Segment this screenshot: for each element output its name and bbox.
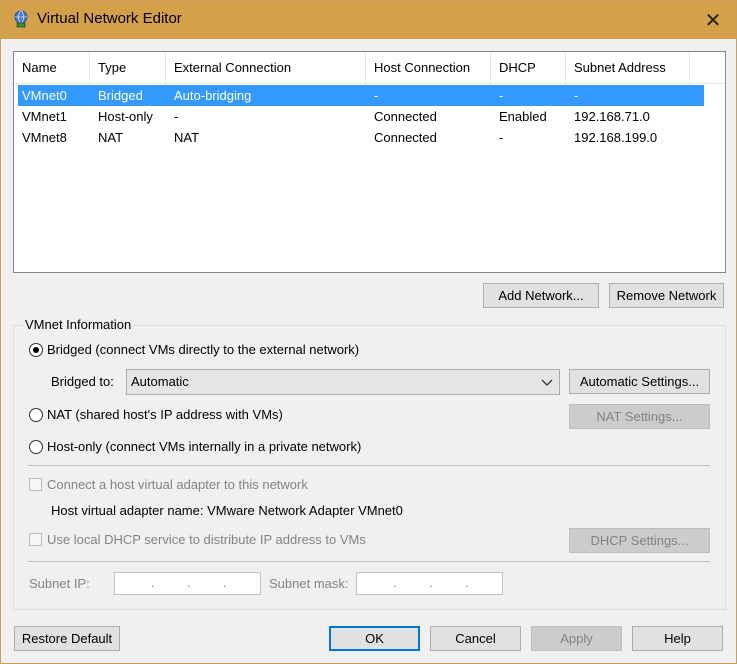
nat-label[interactable]: NAT (shared host's IP address with VMs) [47, 407, 283, 422]
list-header: Name Type External Connection Host Conne… [14, 52, 725, 84]
bridged-to-select[interactable]: Automatic [126, 369, 560, 395]
bridged-label[interactable]: Bridged (connect VMs directly to the ext… [47, 342, 359, 357]
host-only-label[interactable]: Host-only (connect VMs internally in a p… [47, 439, 361, 454]
help-button[interactable]: Help [632, 626, 723, 651]
title-bar[interactable]: Virtual Network Editor ✕ [1, 1, 736, 39]
remove-network-button[interactable]: Remove Network [609, 283, 724, 308]
cell-type: NAT [98, 130, 124, 145]
cell-external: - [174, 109, 179, 124]
table-row[interactable]: VMnet0 Bridged Auto-bridging - - - [18, 85, 704, 106]
connect-adapter-label[interactable]: Connect a host virtual adapter to this n… [47, 477, 308, 492]
column-header-type[interactable]: Type [90, 52, 166, 84]
cell-host: - [374, 88, 379, 103]
adapter-name-label: Host virtual adapter name: VMware Networ… [51, 503, 403, 518]
bridged-radio[interactable] [29, 343, 43, 357]
cell-subnet: - [574, 88, 579, 103]
cell-external: Auto-bridging [174, 88, 252, 103]
virtual-network-editor-window: Virtual Network Editor ✕ Name Type Exter… [0, 0, 737, 664]
nat-radio[interactable] [29, 408, 43, 422]
chevron-down-icon [541, 372, 553, 395]
close-icon: ✕ [704, 9, 722, 32]
network-list[interactable]: Name Type External Connection Host Conne… [13, 51, 726, 273]
automatic-settings-button[interactable]: Automatic Settings... [569, 369, 710, 394]
vmnet-information-group [13, 325, 726, 610]
bridged-to-label: Bridged to: [51, 374, 114, 389]
divider [28, 561, 710, 562]
cancel-button[interactable]: Cancel [430, 626, 521, 651]
dhcp-settings-button[interactable]: DHCP Settings... [569, 528, 710, 553]
group-title: VMnet Information [23, 317, 134, 332]
cell-type: Host-only [98, 109, 153, 124]
cell-dhcp: - [499, 88, 504, 103]
cell-subnet: 192.168.71.0 [574, 109, 650, 124]
bridged-to-value: Automatic [131, 374, 189, 389]
close-button[interactable]: ✕ [690, 1, 736, 39]
cell-name: VMnet8 [22, 130, 67, 145]
table-row[interactable]: VMnet1 Host-only - Connected Enabled 192… [18, 106, 704, 127]
restore-default-button[interactable]: Restore Default [14, 626, 120, 651]
cell-type: Bridged [98, 88, 143, 103]
cell-external: NAT [174, 130, 200, 145]
add-network-button[interactable]: Add Network... [483, 283, 599, 308]
cell-dhcp: Enabled [499, 109, 547, 124]
use-dhcp-label[interactable]: Use local DHCP service to distribute IP … [47, 532, 366, 547]
table-row[interactable]: VMnet8 NAT NAT Connected - 192.168.199.0 [18, 127, 704, 148]
connect-adapter-checkbox[interactable] [29, 478, 42, 491]
column-header-dhcp[interactable]: DHCP [491, 52, 566, 84]
column-header-name[interactable]: Name [14, 52, 90, 84]
host-only-radio[interactable] [29, 440, 43, 454]
cell-dhcp: - [499, 130, 504, 145]
ok-button[interactable]: OK [329, 626, 420, 651]
column-header-host-connection[interactable]: Host Connection [366, 52, 491, 84]
window-title: Virtual Network Editor [37, 10, 182, 27]
subnet-ip-field[interactable]: . . . [114, 572, 261, 595]
divider [28, 465, 710, 466]
use-dhcp-checkbox[interactable] [29, 533, 42, 546]
network-icon [14, 10, 28, 28]
nat-settings-button[interactable]: NAT Settings... [569, 404, 710, 429]
cell-host: Connected [374, 109, 437, 124]
cell-name: VMnet0 [22, 88, 67, 103]
column-header-external-connection[interactable]: External Connection [166, 52, 366, 84]
cell-name: VMnet1 [22, 109, 67, 124]
column-header-subnet-address[interactable]: Subnet Address [566, 52, 690, 84]
subnet-mask-label: Subnet mask: [269, 576, 349, 591]
cell-subnet: 192.168.199.0 [574, 130, 658, 145]
cell-host: Connected [374, 130, 437, 145]
subnet-ip-label: Subnet IP: [29, 576, 90, 591]
apply-button[interactable]: Apply [531, 626, 622, 651]
subnet-mask-field[interactable]: . . . [356, 572, 503, 595]
